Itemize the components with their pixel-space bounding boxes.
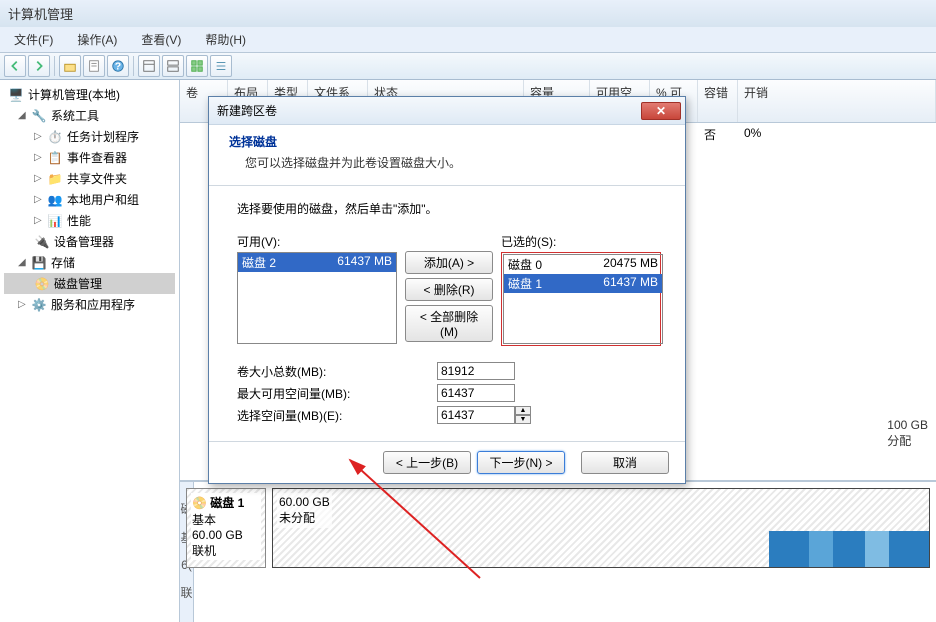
remove-all-button[interactable]: < 全部删除(M) bbox=[405, 305, 493, 342]
wizard-heading: 选择磁盘 bbox=[229, 133, 665, 150]
tree-storage[interactable]: ◢💾存储 bbox=[4, 252, 175, 273]
svg-text:?: ? bbox=[115, 61, 121, 73]
back-button-wizard[interactable]: < 上一步(B) bbox=[383, 451, 471, 474]
view2-button[interactable] bbox=[162, 55, 184, 77]
disk-row-1: 📀 磁盘 1 基本 60.00 GB 联机 60.00 GB 未分配 bbox=[186, 488, 930, 568]
select-space-label: 选择空间量(MB)(E): bbox=[237, 407, 437, 424]
tree-root[interactable]: 🖥️计算机管理(本地) bbox=[4, 84, 175, 105]
wizard-instruction: 选择要使用的磁盘，然后单击"添加"。 bbox=[237, 200, 657, 217]
disk1-volume[interactable]: 60.00 GB 未分配 bbox=[272, 488, 930, 568]
prop-button[interactable] bbox=[83, 55, 105, 77]
tree-system-tools[interactable]: ◢🔧系统工具 bbox=[4, 105, 175, 126]
tree-services-apps[interactable]: ▷⚙️服务和应用程序 bbox=[4, 294, 175, 315]
tree-disk-management[interactable]: 📀磁盘管理 bbox=[4, 273, 175, 294]
total-size-label: 卷大小总数(MB): bbox=[237, 363, 437, 380]
selected-label: 已选的(S): bbox=[501, 233, 661, 250]
peek-size: 100 GB bbox=[887, 418, 928, 432]
max-space-label: 最大可用空间量(MB): bbox=[237, 385, 437, 402]
peek-status: 分配 bbox=[887, 432, 928, 449]
menubar: 文件(F) 操作(A) 查看(V) 帮助(H) bbox=[0, 27, 936, 53]
menu-view[interactable]: 查看(V) bbox=[131, 29, 191, 50]
menu-action[interactable]: 操作(A) bbox=[67, 29, 127, 50]
col-overhead[interactable]: 开销 bbox=[738, 80, 936, 122]
select-space-field[interactable] bbox=[437, 406, 515, 424]
up-button[interactable] bbox=[59, 55, 81, 77]
add-button[interactable]: 添加(A) > bbox=[405, 251, 493, 274]
close-icon[interactable]: ✕ bbox=[641, 102, 681, 120]
wizard-titlebar[interactable]: 新建跨区卷 ✕ bbox=[209, 97, 685, 125]
tree-task-scheduler[interactable]: ▷⏱️任务计划程序 bbox=[4, 126, 175, 147]
window-title: 计算机管理 bbox=[0, 0, 936, 27]
toolbar: ? bbox=[0, 53, 936, 80]
refresh-button[interactable] bbox=[186, 55, 208, 77]
back-button[interactable] bbox=[4, 55, 26, 77]
tree-performance[interactable]: ▷📊性能 bbox=[4, 210, 175, 231]
wizard-title-text: 新建跨区卷 bbox=[217, 102, 277, 119]
next-button[interactable]: 下一步(N) > bbox=[477, 451, 565, 474]
tree-event-viewer[interactable]: ▷📋事件查看器 bbox=[4, 147, 175, 168]
selected-listbox[interactable]: 磁盘 020475 MB 磁盘 161437 MB bbox=[503, 254, 663, 344]
new-spanned-volume-wizard: 新建跨区卷 ✕ 选择磁盘 您可以选择磁盘并为此卷设置磁盘大小。 选择要使用的磁盘… bbox=[208, 96, 686, 484]
menu-help[interactable]: 帮助(H) bbox=[195, 29, 256, 50]
available-item-disk2[interactable]: 磁盘 261437 MB bbox=[238, 253, 396, 272]
cancel-button[interactable]: 取消 bbox=[581, 451, 669, 474]
tree-device-manager[interactable]: 🔌设备管理器 bbox=[4, 231, 175, 252]
list-button[interactable] bbox=[210, 55, 232, 77]
disk-graphical-panel: 📀 磁盘 1 基本 60.00 GB 联机 60.00 GB 未分配 bbox=[180, 480, 936, 622]
total-size-field bbox=[437, 362, 515, 380]
help-button[interactable]: ? bbox=[107, 55, 129, 77]
tree-panel: 🖥️计算机管理(本地) ◢🔧系统工具 ▷⏱️任务计划程序 ▷📋事件查看器 ▷📁共… bbox=[0, 80, 180, 622]
col-fault[interactable]: 容错 bbox=[698, 80, 738, 122]
disk1-label[interactable]: 📀 磁盘 1 基本 60.00 GB 联机 bbox=[186, 488, 266, 568]
pixelated-censor bbox=[769, 531, 929, 567]
forward-button[interactable] bbox=[28, 55, 50, 77]
tree-shared-folders[interactable]: ▷📁共享文件夹 bbox=[4, 168, 175, 189]
spin-down-icon[interactable]: ▼ bbox=[515, 415, 531, 424]
spin-up-icon[interactable]: ▲ bbox=[515, 406, 531, 415]
tree-local-users[interactable]: ▷👥本地用户和组 bbox=[4, 189, 175, 210]
selected-item-disk1[interactable]: 磁盘 161437 MB bbox=[504, 274, 662, 293]
wizard-subheading: 您可以选择磁盘并为此卷设置磁盘大小。 bbox=[229, 150, 665, 171]
menu-file[interactable]: 文件(F) bbox=[4, 29, 63, 50]
selected-item-disk0[interactable]: 磁盘 020475 MB bbox=[504, 255, 662, 274]
view1-button[interactable] bbox=[138, 55, 160, 77]
remove-button[interactable]: < 删除(R) bbox=[405, 278, 493, 301]
available-label: 可用(V): bbox=[237, 233, 397, 250]
available-listbox[interactable]: 磁盘 261437 MB bbox=[237, 252, 397, 344]
max-space-field bbox=[437, 384, 515, 402]
